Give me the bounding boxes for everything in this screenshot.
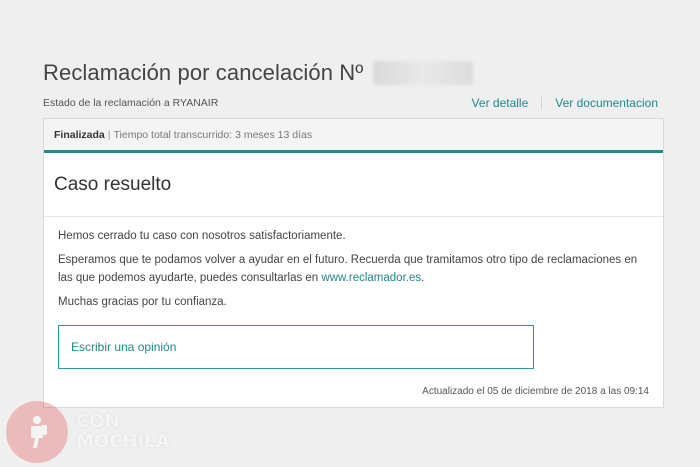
- case-message-future: Esperamos que te podamos volver a ayudar…: [58, 251, 649, 287]
- header-links: Ver detalle Ver documentacion: [472, 96, 658, 110]
- case-message-future-end: .: [421, 272, 425, 284]
- claim-number-redacted: [373, 61, 474, 85]
- write-review-button[interactable]: Escribir una opinión: [58, 325, 534, 369]
- watermark-line-2: MOCHILA: [76, 431, 170, 452]
- status-bar: Finalizada | Tiempo total transcurrido: …: [44, 119, 663, 153]
- claim-card: Finalizada | Tiempo total transcurrido: …: [43, 118, 664, 408]
- link-divider: [541, 96, 543, 110]
- watermark: CON MOCHILA: [6, 400, 246, 464]
- view-documents-link[interactable]: Ver documentacion: [555, 96, 658, 110]
- updated-timestamp: Actualizado el 05 de diciembre de 2018 a…: [422, 386, 649, 397]
- page: Reclamación por cancelación Nº Estado de…: [0, 0, 700, 467]
- view-detail-link[interactable]: Ver detalle: [472, 96, 529, 110]
- status-elapsed-time: Tiempo total transcurrido: 3 meses 13 dí…: [113, 128, 313, 141]
- status-separator: |: [107, 128, 111, 141]
- case-message-thanks: Muchas gracias por tu confianza.: [58, 296, 227, 308]
- case-body: Hemos cerrado tu caso con nosotros satis…: [44, 217, 663, 369]
- case-title: Caso resuelto: [54, 173, 172, 195]
- title-row: Reclamación por cancelación Nº: [43, 60, 474, 86]
- watermark-line-1: CON: [76, 411, 120, 432]
- reclamador-link[interactable]: www.reclamador.es: [321, 272, 421, 284]
- watermark-text: CON MOCHILA: [76, 412, 170, 452]
- claim-status-subtitle: Estado de la reclamación a RYANAIR: [43, 97, 219, 109]
- status-state: Finalizada: [54, 128, 105, 141]
- case-message-closed: Hemos cerrado tu caso con nosotros satis…: [58, 230, 346, 242]
- case-header: Caso resuelto: [44, 153, 663, 217]
- page-title: Reclamación por cancelación Nº: [43, 60, 364, 85]
- hiker-icon: [6, 401, 68, 463]
